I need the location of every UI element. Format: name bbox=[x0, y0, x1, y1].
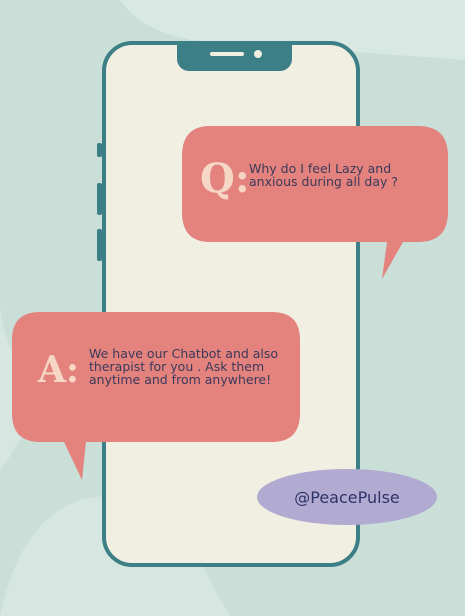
answer-letter: A: bbox=[38, 349, 80, 391]
answer-text: We have our Chatbot and also therapist f… bbox=[89, 346, 279, 387]
social-handle-badge: @PeacePulse bbox=[257, 469, 437, 525]
poster-canvas: Q: Why do I feel Lazy and anxious during… bbox=[0, 0, 465, 616]
social-handle-text: @PeacePulse bbox=[294, 487, 400, 507]
question-bubble bbox=[182, 126, 448, 279]
question-text: Why do I feel Lazy and anxious during al… bbox=[249, 161, 398, 189]
question-letter: Q: bbox=[200, 155, 250, 202]
speech-bubbles bbox=[12, 126, 448, 480]
answer-bubble bbox=[12, 312, 300, 480]
